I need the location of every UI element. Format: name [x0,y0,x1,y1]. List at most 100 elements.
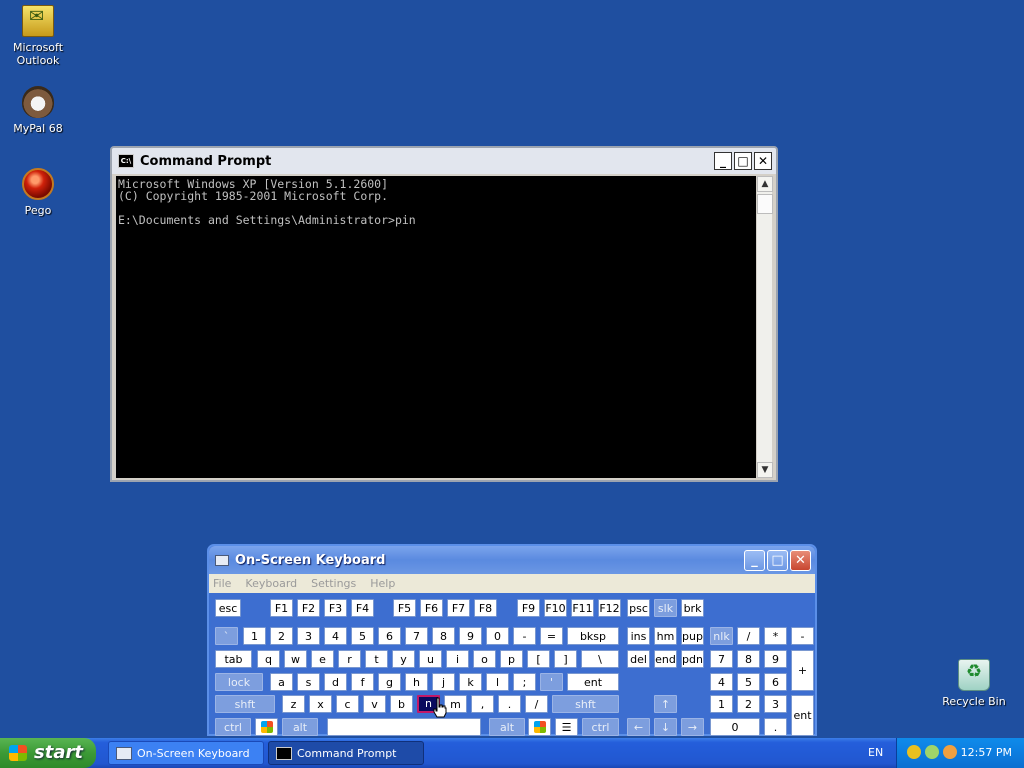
key-6[interactable]: 6 [378,627,401,645]
key-period[interactable]: . [498,695,521,713]
key-left[interactable]: ← [627,718,650,736]
close-button[interactable]: ✕ [790,549,811,571]
key-asterisk[interactable]: * [764,627,787,645]
key-f7[interactable]: F7 [447,599,470,617]
taskbar-button-cmd[interactable]: Command Prompt [268,741,424,765]
key-3[interactable]: 3 [297,627,320,645]
key-4[interactable]: 4 [324,627,347,645]
minimize-button[interactable]: _ [744,549,765,571]
key-brk[interactable]: brk [681,599,704,617]
scroll-thumb[interactable] [757,194,773,214]
key-right[interactable]: → [681,718,704,736]
key-f12[interactable]: F12 [598,599,621,617]
network-icon[interactable] [925,745,939,759]
command-prompt-window[interactable]: C:\ Command Prompt _ □ ✕ Microsoft Windo… [110,146,778,482]
key-f9[interactable]: F9 [517,599,540,617]
close-button[interactable]: ✕ [754,152,772,170]
key-t[interactable]: t [365,650,388,668]
key-del[interactable]: del [627,650,650,668]
key-q[interactable]: q [257,650,280,668]
key-z[interactable]: z [282,695,305,713]
key-9[interactable]: 9 [459,627,482,645]
key-f4[interactable]: F4 [351,599,374,617]
key-e[interactable]: e [311,650,334,668]
key-6[interactable]: 6 [764,673,787,691]
key-alt[interactable]: alt [489,718,525,736]
key-rbracket[interactable]: ] [554,650,577,668]
key-shft[interactable]: shft [215,695,275,713]
maximize-button[interactable]: □ [734,152,752,170]
key-k[interactable]: k [459,673,482,691]
key-f11[interactable]: F11 [571,599,594,617]
key-windows[interactable] [528,718,551,736]
key-equals[interactable]: = [540,627,563,645]
key-f1[interactable]: F1 [270,599,293,617]
key-7[interactable]: 7 [710,650,733,668]
command-prompt-titlebar[interactable]: C:\ Command Prompt _ □ ✕ [112,148,776,174]
key-alt[interactable]: alt [282,718,318,736]
key-1[interactable]: 1 [243,627,266,645]
key-o[interactable]: o [473,650,496,668]
desktop-icon-mypal[interactable]: MyPal 68 [0,86,76,135]
osk-titlebar[interactable]: On-Screen Keyboard _ □ ✕ [209,546,815,574]
key-ctrl[interactable]: ctrl [582,718,619,736]
key-y[interactable]: y [392,650,415,668]
key-semicolon[interactable]: ; [513,673,536,691]
key-5[interactable]: 5 [351,627,374,645]
key-4[interactable]: 4 [710,673,733,691]
key-c[interactable]: c [336,695,359,713]
key-s[interactable]: s [297,673,320,691]
key-f8[interactable]: F8 [474,599,497,617]
key-pdn[interactable]: pdn [681,650,704,668]
minimize-button[interactable]: _ [714,152,732,170]
key-j[interactable]: j [432,673,455,691]
key-tab[interactable]: tab [215,650,252,668]
key-8[interactable]: 8 [737,650,760,668]
key-slash[interactable]: / [525,695,548,713]
scroll-down-arrow-icon[interactable]: ▼ [757,462,773,478]
key-windows[interactable] [255,718,278,736]
search-icon[interactable] [943,745,957,759]
key-f3[interactable]: F3 [324,599,347,617]
start-button[interactable]: start [0,738,96,768]
menu-settings[interactable]: Settings [311,577,356,590]
key-9[interactable]: 9 [764,650,787,668]
key-f6[interactable]: F6 [420,599,443,617]
key-w[interactable]: w [284,650,307,668]
key-hm[interactable]: hm [654,627,677,645]
key-period[interactable]: . [764,718,787,736]
key-f[interactable]: f [351,673,374,691]
key-shft[interactable]: shft [552,695,619,713]
key-ctrl[interactable]: ctrl [215,718,251,736]
key-f2[interactable]: F2 [297,599,320,617]
console-output[interactable]: Microsoft Windows XP [Version 5.1.2600](… [116,176,758,478]
key-nlk[interactable]: nlk [710,627,733,645]
key-menu[interactable]: ☰ [555,718,578,736]
key-slash[interactable]: / [737,627,760,645]
key-minus[interactable]: - [513,627,536,645]
key-end[interactable]: end [654,650,677,668]
key-v[interactable]: v [363,695,386,713]
key-down[interactable]: ↓ [654,718,677,736]
key-i[interactable]: i [446,650,469,668]
key-backslash[interactable]: \ [581,650,619,668]
key-d[interactable]: d [324,673,347,691]
key-5[interactable]: 5 [737,673,760,691]
key-ins[interactable]: ins [627,627,650,645]
key-up[interactable]: ↑ [654,695,677,713]
key-a[interactable]: a [270,673,293,691]
key-0[interactable]: 0 [710,718,760,736]
key-0[interactable]: 0 [486,627,509,645]
desktop-icon-recycle-bin[interactable]: Recycle Bin [936,659,1012,708]
scroll-up-arrow-icon[interactable]: ▲ [757,176,773,192]
key-plus[interactable]: + [791,650,814,691]
key-b[interactable]: b [390,695,413,713]
key-p[interactable]: p [500,650,523,668]
key-lock[interactable]: lock [215,673,263,691]
key-esc[interactable]: esc [215,599,241,617]
key-space[interactable] [327,718,481,736]
on-screen-keyboard-window[interactable]: On-Screen Keyboard _ □ ✕ File Keyboard S… [207,544,817,736]
key-backtick[interactable]: ` [215,627,238,645]
security-shield-icon[interactable] [907,745,921,759]
key-3[interactable]: 3 [764,695,787,713]
